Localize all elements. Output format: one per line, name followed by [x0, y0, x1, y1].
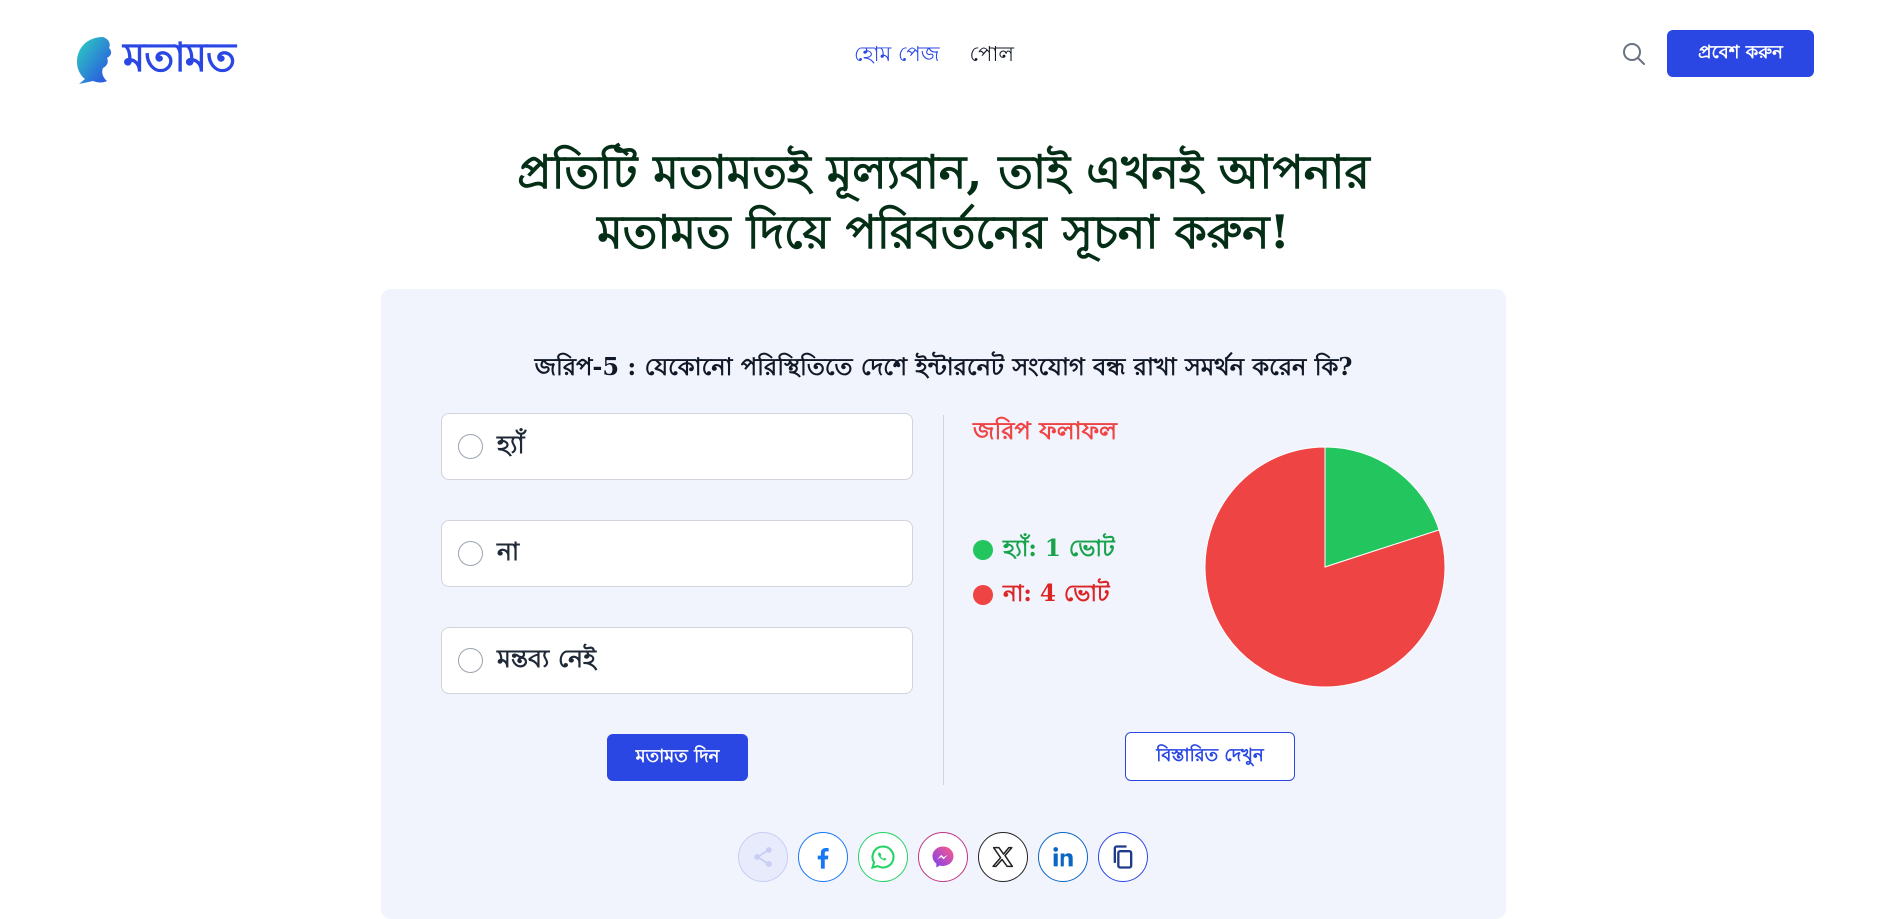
- hero-line-1: প্রতিটি মতামতই মূল্যবান, তাই এখনই আপনার: [517, 145, 1370, 199]
- submit-vote-button[interactable]: মতামত দিন: [607, 734, 748, 781]
- legend-label: না: 4 ভোট: [1003, 580, 1110, 607]
- facebook-icon[interactable]: [798, 832, 848, 882]
- divider: [943, 415, 944, 785]
- header: মতামত হোম পেজ পোল প্রবেশ করুন: [0, 0, 1887, 108]
- results-pie-chart: [1204, 446, 1446, 688]
- legend-item-yes: হ্যাঁ: 1 ভোট: [973, 530, 1115, 569]
- option-label: মন্তব্য নেই: [497, 644, 597, 673]
- poll-card: জরিপ-5 : যেকোনো পরিস্থিতিতে দেশে ইন্টারন…: [381, 289, 1506, 919]
- radio-button[interactable]: [458, 648, 483, 673]
- legend-dot: [973, 584, 993, 605]
- nav-item-polls[interactable]: পোল: [970, 38, 1015, 73]
- results-title: জরিপ ফলাফল: [973, 416, 1117, 445]
- legend-item-no: না: 4 ভোট: [973, 575, 1110, 614]
- logo[interactable]: মতামত: [73, 26, 236, 93]
- linkedin-icon[interactable]: [1038, 832, 1088, 882]
- poll-question: জরিপ-5 : যেকোনো পরিস্থিতিতে দেশে ইন্টারন…: [534, 352, 1353, 381]
- hero-line-2: মতামত দিয়ে পরিবর্তনের সূচনা করুন!: [597, 205, 1290, 259]
- messenger-icon[interactable]: [918, 832, 968, 882]
- copy-icon[interactable]: [1098, 832, 1148, 882]
- option-label: না: [497, 537, 520, 566]
- login-button[interactable]: প্রবেশ করুন: [1667, 30, 1814, 77]
- main-nav: হোম পেজ পোল: [854, 38, 1014, 73]
- radio-button[interactable]: [458, 541, 483, 566]
- share-icon[interactable]: [738, 832, 788, 882]
- logo-text: মতামত: [123, 35, 236, 81]
- legend-label: হ্যাঁ: 1 ভোট: [1003, 535, 1115, 562]
- x-icon[interactable]: [978, 832, 1028, 882]
- hero-heading: প্রতিটি মতামতই মূল্যবান, তাই এখনই আপনার …: [0, 142, 1887, 262]
- whatsapp-icon[interactable]: [858, 832, 908, 882]
- logo-icon: [77, 36, 112, 84]
- radio-button[interactable]: [458, 434, 483, 459]
- option-label: হ্যাঁ: [497, 430, 525, 459]
- poll-option-no-comment[interactable]: মন্তব্য নেই: [441, 627, 913, 694]
- search-icon[interactable]: [1621, 41, 1647, 67]
- share-bar: [738, 832, 1148, 882]
- poll-option-no[interactable]: না: [441, 520, 913, 587]
- view-details-button[interactable]: বিস্তারিত দেখুন: [1125, 732, 1295, 781]
- nav-item-home[interactable]: হোম পেজ: [854, 38, 940, 73]
- legend-dot: [973, 539, 993, 560]
- poll-option-yes[interactable]: হ্যাঁ: [441, 413, 913, 480]
